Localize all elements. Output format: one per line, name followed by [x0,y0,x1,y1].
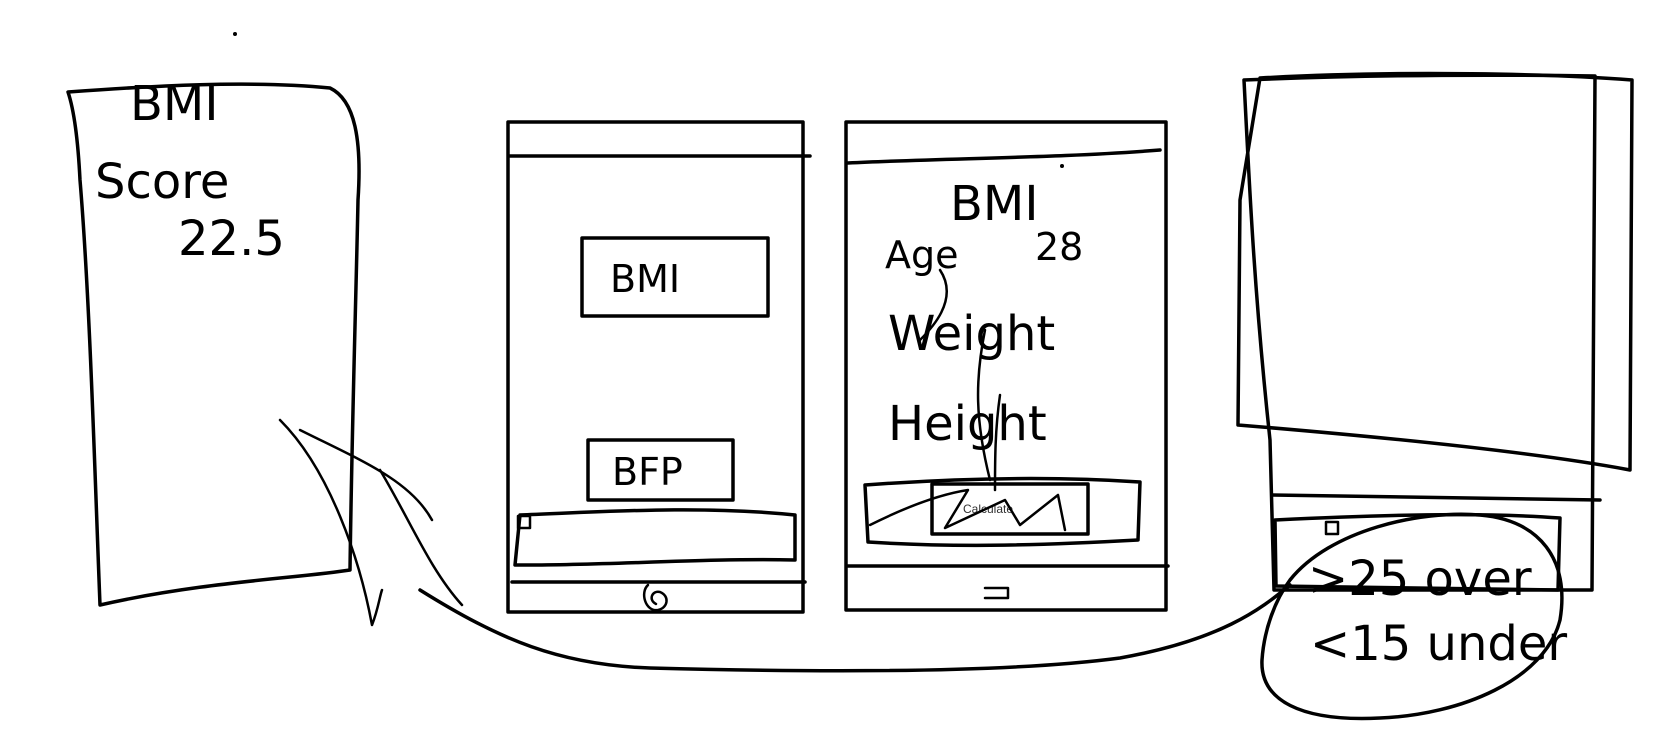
age-value[interactable]: 28 [1035,225,1083,269]
input-screen-status-bar [846,148,1162,165]
input-back-icon[interactable] [983,586,1010,600]
score-panel-value: 22.5 [178,211,285,267]
input-screen-title: BMI [950,176,1039,232]
result-screen-frame [1242,73,1597,592]
over-note: >25 over [1308,551,1532,607]
height-label: Height [888,396,1047,452]
flow-connector-line [418,583,1292,673]
age-label: Age [885,233,959,277]
home-button-icon[interactable] [642,583,668,612]
result-ad-icon [1324,520,1340,536]
flow-arrow-scribble [278,418,384,627]
bfp-button-label: BFP [612,450,683,494]
weight-label: Weight [888,306,1055,362]
input-scribble [918,268,1002,492]
sketch-canvas: BMI Score 22.5 BMI BFP BMI Age 28 Weight… [66,32,1634,721]
input-screen-dot [1060,164,1064,168]
stray-dot [233,32,237,36]
input-screen: BMI Age 28 Weight Height Calculate [844,120,1170,612]
result-overlay-frame [1236,71,1634,472]
result-divider [1270,493,1602,502]
home-screen: BMI BFP [506,120,812,614]
home-screen-frame [506,120,805,614]
result-screen: >25 over <15 under [1236,71,1634,721]
under-note: <15 under [1310,616,1567,672]
home-screen-ad-banner[interactable] [513,508,797,567]
score-panel-title: BMI [130,76,219,132]
score-panel-label: Score [95,154,229,210]
score-panel: BMI Score 22.5 [66,76,361,607]
flow-arrow-scribble-3 [378,468,464,607]
bmi-button-label: BMI [610,257,680,301]
